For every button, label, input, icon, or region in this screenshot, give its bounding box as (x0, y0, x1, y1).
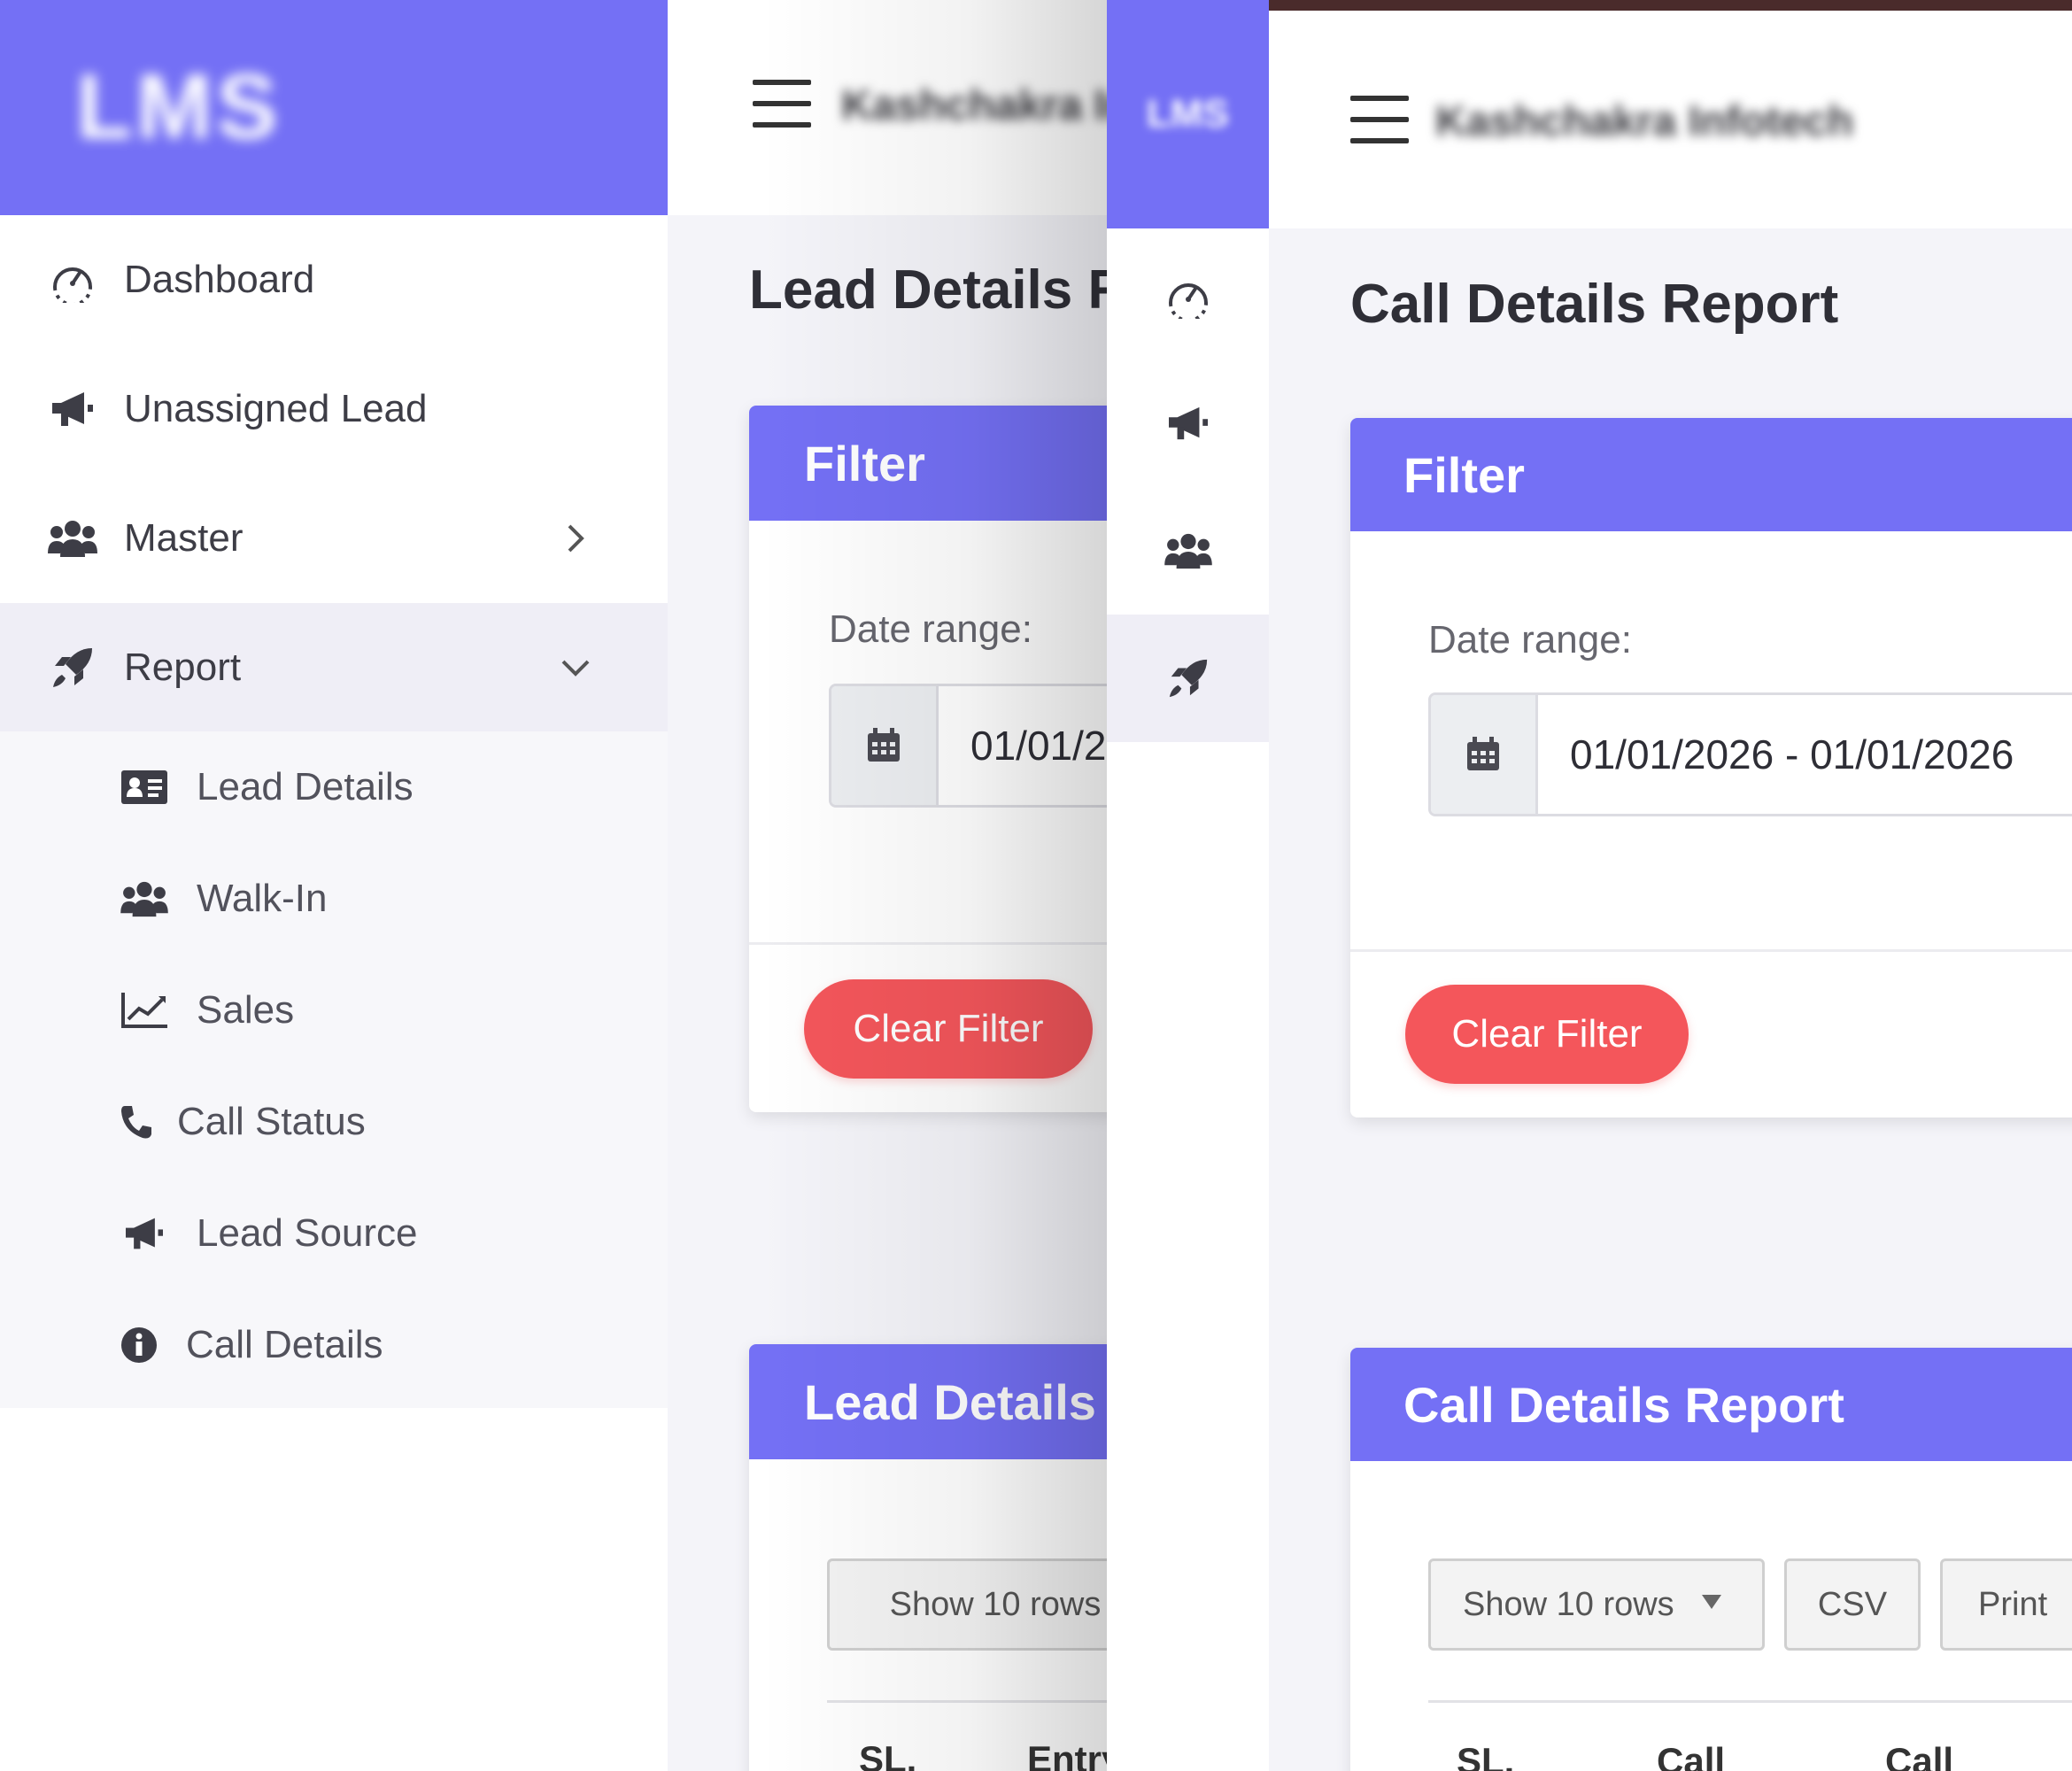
table-header-row: SL. Call Call (1428, 1700, 2072, 1771)
line-chart-icon (119, 985, 170, 1036)
csv-button[interactable]: CSV (1784, 1558, 1921, 1651)
submenu-item-label: Lead Details (197, 765, 414, 808)
tachometer-icon (1165, 273, 1211, 319)
date-range-label: Date range: (829, 607, 1032, 651)
date-range-field[interactable]: 01/01/2026 - 01/01/2026 (829, 684, 1107, 808)
calendar-icon[interactable] (831, 686, 939, 805)
date-range-field[interactable]: 01/01/2026 - 01/01/2026 (1428, 692, 2072, 816)
submenu-item-label: Call Status (177, 1100, 366, 1143)
filter-card: Filter Date range: 01/01/2026 - 01/01/20… (1350, 418, 2072, 1118)
phone-icon (119, 1096, 154, 1148)
date-range-input[interactable]: 01/01/2026 - 01/01/2026 (1538, 695, 2072, 814)
chevron-right-icon (558, 521, 593, 556)
sidebar-item-unassigned-lead[interactable]: Unassigned Lead (0, 344, 668, 474)
calendar-icon[interactable] (1431, 695, 1538, 814)
id-card-icon (119, 762, 170, 813)
filter-card-header: Filter (749, 406, 1107, 521)
chevron-down-icon (558, 650, 593, 685)
sidebar-item-dashboard[interactable] (1107, 232, 1269, 360)
top-navbar: Kashchakra Infotech (668, 0, 1107, 215)
card-divider (749, 942, 1107, 945)
company-name: Kashchakra Infotech (841, 82, 1107, 129)
users-icon (119, 873, 170, 924)
sidebar-item-label: Report (124, 646, 242, 689)
window-top-strip (1257, 0, 2072, 11)
sidebar-collapsed: LMS (1107, 0, 1269, 1771)
filter-card-header: Filter (1350, 418, 2072, 531)
hamburger-menu-icon[interactable] (1350, 96, 1409, 143)
clear-filter-button[interactable]: Clear Filter (1405, 985, 1689, 1084)
clear-filter-button[interactable]: Clear Filter (804, 979, 1093, 1079)
filter-card: Filter Date range: 01/01/2026 - 01/01/20… (749, 406, 1107, 1112)
lead-report-card-header: Lead Details Report (749, 1344, 1107, 1459)
submenu-item-label: Walk-In (197, 877, 328, 920)
lead-report-card: Lead Details Report Show 10 rows SL. Ent… (749, 1344, 1107, 1771)
caret-down-icon (1700, 1593, 1723, 1611)
bullhorn-icon (119, 1208, 170, 1259)
submenu-item-call-details[interactable]: Call Details (0, 1289, 668, 1401)
column-header-sl[interactable]: SL. (1457, 1740, 1514, 1771)
submenu-item-label: Lead Source (197, 1211, 418, 1255)
submenu-item-label: Call Details (186, 1323, 383, 1366)
users-icon (1164, 531, 1212, 570)
call-report-card-header: Call Details Report (1350, 1348, 2072, 1461)
column-header-call[interactable]: Call (1657, 1740, 1725, 1771)
sidebar-item-master[interactable]: Master (0, 474, 668, 603)
sidebar-item-report[interactable]: Report (0, 603, 668, 732)
sidebar-item-dashboard[interactable]: Dashboard (0, 215, 668, 344)
tachometer-icon (46, 253, 99, 306)
app-logo[interactable]: LMS (1147, 92, 1229, 136)
submenu-item-lead-source[interactable]: Lead Source (0, 1178, 668, 1289)
submenu-item-sales[interactable]: Sales (0, 955, 668, 1066)
sidebar-item-label: Master (124, 516, 244, 560)
table-header-row: SL. Entry (827, 1700, 1107, 1771)
print-button[interactable]: Print (1940, 1558, 2072, 1651)
show-rows-select[interactable]: Show 10 rows (827, 1558, 1107, 1651)
company-name: Kashchakra Infotech (1435, 98, 1854, 145)
date-range-label: Date range: (1428, 618, 1632, 661)
card-divider (1350, 949, 2072, 952)
sidebar-brand: LMS (1107, 0, 1269, 228)
call-report-card: Call Details Report Show 10 rows CSV Pri… (1350, 1348, 2072, 1771)
page-title: Lead Details Report (749, 259, 1107, 321)
top-navbar: Kashchakra Infotech (1269, 11, 2072, 228)
sidebar: LMS Dashboard Unassigned Lead Master Rep… (0, 0, 668, 1771)
date-range-input[interactable]: 01/01/2026 - 01/01/2026 (939, 686, 1107, 805)
report-submenu: Lead Details Walk-In Sales Call Status L… (0, 731, 668, 1408)
show-rows-label: Show 10 rows (1463, 1585, 1674, 1623)
lead-details-screen: LMS Dashboard Unassigned Lead Master Rep… (0, 0, 1107, 1771)
sidebar-item-label: Dashboard (124, 258, 315, 301)
column-header-sl[interactable]: SL. (859, 1738, 916, 1771)
rocket-icon (46, 641, 99, 694)
hamburger-menu-icon[interactable] (753, 80, 811, 128)
submenu-item-walk-in[interactable]: Walk-In (0, 843, 668, 955)
rocket-icon (1166, 656, 1210, 700)
bullhorn-icon (1165, 404, 1211, 443)
users-icon (46, 512, 99, 565)
sidebar-item-master[interactable] (1107, 487, 1269, 615)
submenu-item-call-status[interactable]: Call Status (0, 1066, 668, 1178)
sidebar-item-report[interactable] (1107, 615, 1269, 742)
column-header-entry[interactable]: Entry (1027, 1738, 1107, 1771)
sidebar-brand: LMS (0, 0, 668, 215)
show-rows-select[interactable]: Show 10 rows (1428, 1558, 1765, 1651)
info-circle-icon (119, 1319, 159, 1371)
column-header-call-2[interactable]: Call (1885, 1740, 1953, 1771)
submenu-item-lead-details[interactable]: Lead Details (0, 731, 668, 843)
sidebar-item-label: Unassigned Lead (124, 387, 428, 430)
sidebar-item-unassigned-lead[interactable] (1107, 360, 1269, 487)
app-logo[interactable]: LMS (76, 55, 282, 160)
bullhorn-icon (46, 383, 99, 436)
submenu-item-label: Sales (197, 988, 295, 1032)
page-title: Call Details Report (1350, 274, 1839, 335)
call-details-screen: LMS Kashchakra Infotech Call Details Rep… (1107, 0, 2072, 1771)
